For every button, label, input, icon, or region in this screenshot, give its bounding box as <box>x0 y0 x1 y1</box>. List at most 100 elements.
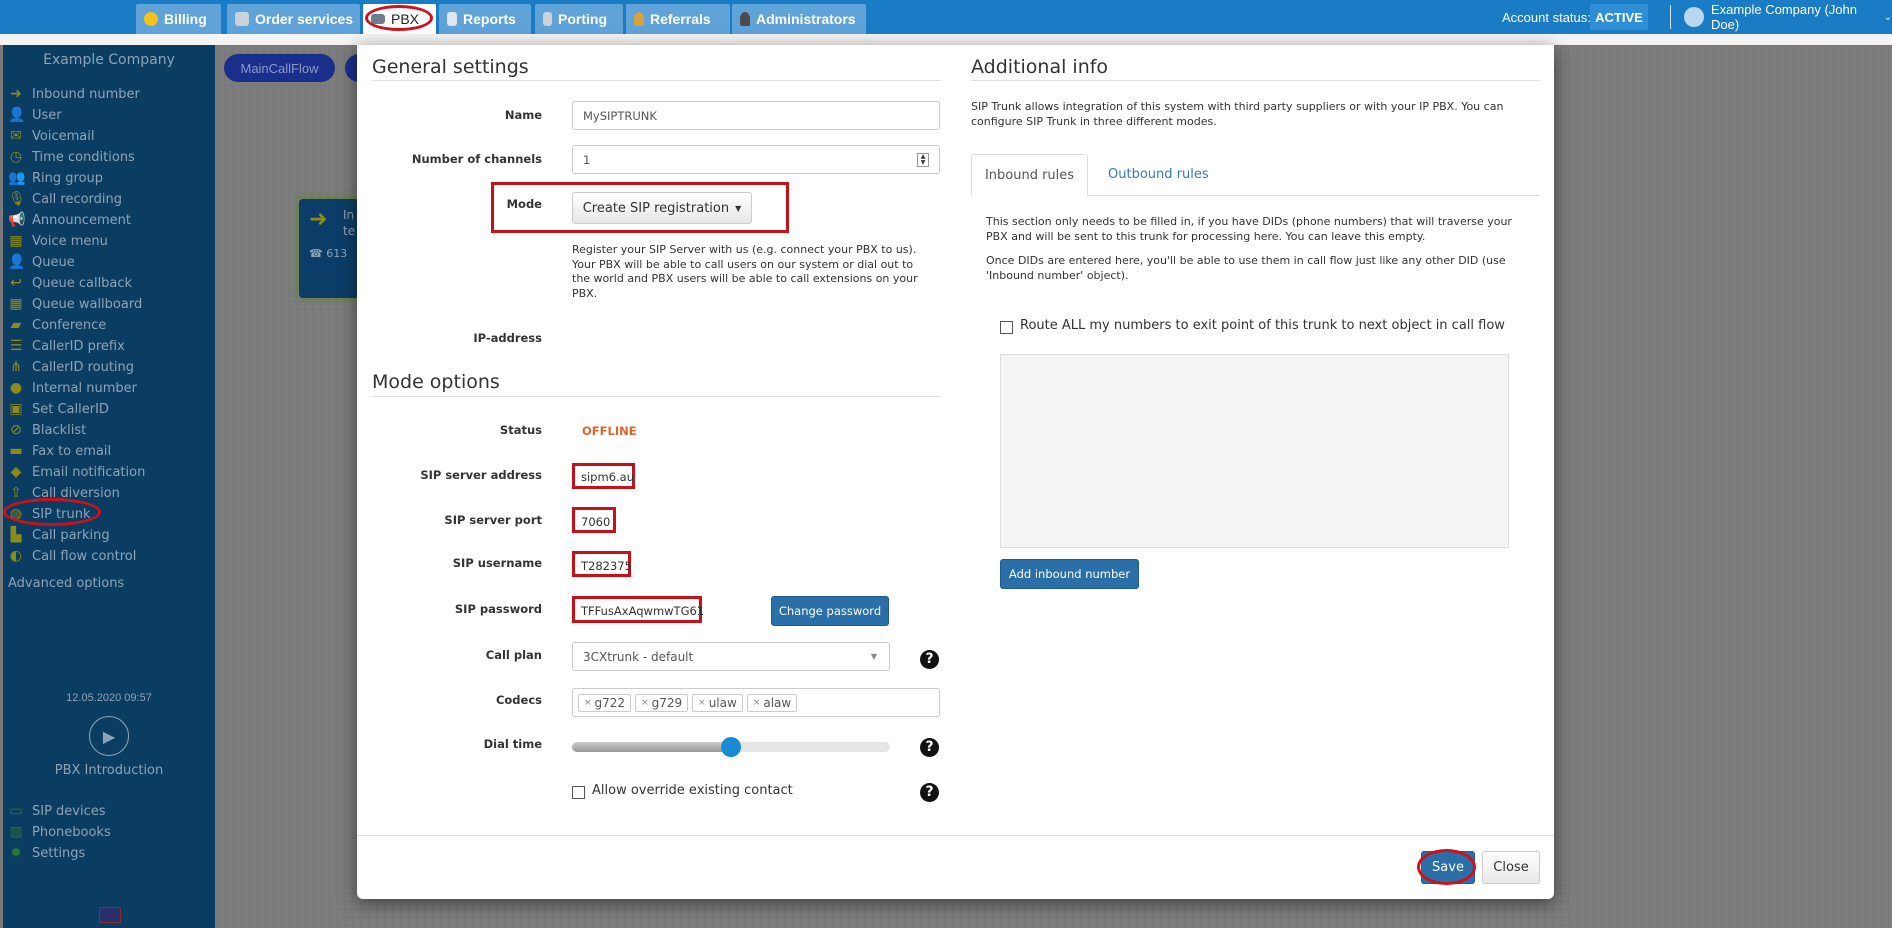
status-label: Status <box>499 423 542 437</box>
help-icon[interactable]: ? <box>920 738 939 757</box>
codec-tag[interactable]: × g722 <box>578 693 632 712</box>
tab-order-services[interactable]: Order services <box>227 4 360 34</box>
sip-trunk-modal: General settings Name MySIPTRUNK Number … <box>357 45 1554 899</box>
sidebar-item-label: Queue <box>32 254 75 270</box>
route-all-checkbox[interactable] <box>1000 321 1013 334</box>
remove-icon[interactable]: × <box>584 698 592 708</box>
codec-tag[interactable]: × g729 <box>635 693 689 712</box>
cart-icon: ▙ <box>10 527 22 543</box>
admin-icon <box>740 12 750 26</box>
name-input[interactable]: MySIPTRUNK <box>572 101 940 130</box>
tab-inbound-rules[interactable]: Inbound rules <box>971 154 1088 196</box>
sidebar-bottom-item[interactable]: ▭ SIP devices <box>8 801 105 821</box>
sidebar-item-label: Inbound number <box>32 86 140 102</box>
inbound-help-2: Once DIDs are entered here, you'll be ab… <box>986 254 1506 282</box>
tab-billing[interactable]: Billing <box>136 4 221 34</box>
dial-time-slider[interactable] <box>572 737 890 757</box>
inbound-numbers-list[interactable] <box>1000 354 1509 548</box>
tab-label: Referrals <box>650 11 711 27</box>
sidebar-item[interactable]: ↩ Queue callback <box>8 273 132 293</box>
user-plus-icon: 👤 <box>8 254 26 270</box>
sidebar-bottom-item[interactable]: ▥ Phonebooks <box>8 822 110 842</box>
sidebar-item[interactable]: ⊘ Blacklist <box>8 420 86 440</box>
codecs-label: Codecs <box>495 693 542 707</box>
footer-divider <box>357 835 1554 836</box>
tab-referrals[interactable]: Referrals <box>626 4 730 34</box>
sidebar-item[interactable]: 👥 Ring group <box>8 168 103 188</box>
help-icon[interactable]: ? <box>920 650 939 669</box>
sidebar-item[interactable]: ▰ Conference <box>8 315 107 335</box>
dial-time-label: Dial time <box>483 737 542 751</box>
sidebar-item-label: Ring group <box>32 170 104 186</box>
change-password-button[interactable]: Change password <box>771 596 889 626</box>
play-icon[interactable]: ▶ <box>89 716 129 756</box>
sidebar-item[interactable]: ⋔ CallerID routing <box>8 357 134 377</box>
sidebar-bottom-item[interactable]: ✹ Settings <box>8 843 85 863</box>
sidebar-item[interactable]: ● Internal number <box>8 378 137 398</box>
phone-icon <box>543 12 552 26</box>
slider-handle[interactable] <box>721 737 741 757</box>
additional-intro: SIP Trunk allows integration of this sys… <box>971 100 1504 128</box>
remove-icon[interactable]: × <box>753 698 761 708</box>
group-icon: 👥 <box>8 170 26 186</box>
tab-pbx[interactable]: PBX <box>363 4 436 34</box>
sidebar-item[interactable]: ▣ Set CallerID <box>8 399 109 419</box>
toggle-icon: ◐ <box>9 548 23 564</box>
bell-icon: ◆ <box>10 464 22 480</box>
sidebar-item[interactable]: 👤 User <box>8 105 62 125</box>
sidebar-item[interactable]: ◆ Email notification <box>8 462 146 482</box>
allow-override-checkbox[interactable] <box>572 786 585 799</box>
coins-icon <box>144 12 158 26</box>
codec-label: g722 <box>594 695 626 710</box>
flow-tab-main[interactable]: MainCallFlow <box>224 54 335 82</box>
sidebar-item[interactable]: 🎙 Call recording <box>8 189 122 209</box>
codec-tag[interactable]: × ulaw <box>692 693 743 712</box>
sidebar-item-label: Fax to email <box>32 443 112 459</box>
table-icon: ▦ <box>9 296 23 312</box>
tab-administrators[interactable]: Administrators <box>732 4 866 34</box>
chevron-down-icon: ⌄ <box>1883 11 1892 23</box>
call-plan-select[interactable]: 3CXtrunk - default ▼ <box>572 642 890 671</box>
sidebar-item[interactable]: ◷ Time conditions <box>8 147 135 167</box>
sidebar-item[interactable]: ▬ Fax to email <box>8 441 111 461</box>
tab-porting[interactable]: Porting <box>535 4 623 34</box>
sidebar-item[interactable]: ✉ Voicemail <box>8 126 94 146</box>
channels-stepper[interactable]: 1 ▲ ▼ <box>572 145 940 174</box>
add-inbound-number-button[interactable]: Add inbound number <box>1000 559 1139 589</box>
inbound-node[interactable]: ➜ In te ☎ 613 <box>299 199 359 298</box>
codec-tag[interactable]: × alaw <box>746 693 798 712</box>
sidebar-item[interactable]: ▙ Call parking <box>8 525 110 545</box>
monitor-icon: ▭ <box>9 803 23 819</box>
tab-reports[interactable]: Reports <box>439 4 531 34</box>
slider-fill <box>572 742 731 752</box>
sidebar-item[interactable]: ◐ Call flow control <box>8 546 136 566</box>
megaphone-icon: 📢 <box>8 212 26 228</box>
avatar-icon[interactable] <box>1684 7 1704 27</box>
sidebar-item[interactable]: 📢 Announcement <box>8 210 131 230</box>
help-icon[interactable]: ? <box>920 783 939 802</box>
advanced-options-link[interactable]: Advanced options <box>8 576 124 591</box>
mode-label: Mode <box>506 197 542 211</box>
sidebar-item[interactable]: ☰ CallerID prefix <box>8 336 125 356</box>
codecs-input[interactable]: × g722 × g729 × ulaw × alaw <box>572 688 940 717</box>
spinner-arrows-icon[interactable]: ▲ ▼ <box>917 153 929 167</box>
sidebar-item[interactable]: ➜ Inbound number <box>8 84 140 104</box>
sidebar-item[interactable]: ▦ Queue wallboard <box>8 294 142 314</box>
uk-flag-icon[interactable] <box>99 907 121 923</box>
tab-outbound-rules[interactable]: Outbound rules <box>1108 167 1209 182</box>
remove-icon[interactable]: × <box>698 698 706 708</box>
id-card-icon: ▣ <box>9 401 23 417</box>
remove-icon[interactable]: × <box>641 698 649 708</box>
user-icon: 👤 <box>8 107 26 123</box>
sidebar-item[interactable]: 👤 Queue <box>8 252 75 272</box>
pbx-introduction-link[interactable]: PBX Introduction <box>3 763 215 778</box>
list-icon: ☰ <box>9 338 23 354</box>
account-status-label: Account status: <box>1502 9 1591 25</box>
user-menu[interactable]: Example Company (John Doe) ⌄ <box>1711 0 1892 34</box>
close-button[interactable]: Close <box>1482 851 1540 884</box>
node-title: In te <box>343 208 356 238</box>
sip-server-address-value: sipm6.au <box>572 463 635 489</box>
channels-label: Number of channels <box>411 152 542 166</box>
mode-dropdown[interactable]: Create SIP registration ▼ <box>572 192 752 224</box>
sidebar-item[interactable]: ▦ Voice menu <box>8 231 108 251</box>
